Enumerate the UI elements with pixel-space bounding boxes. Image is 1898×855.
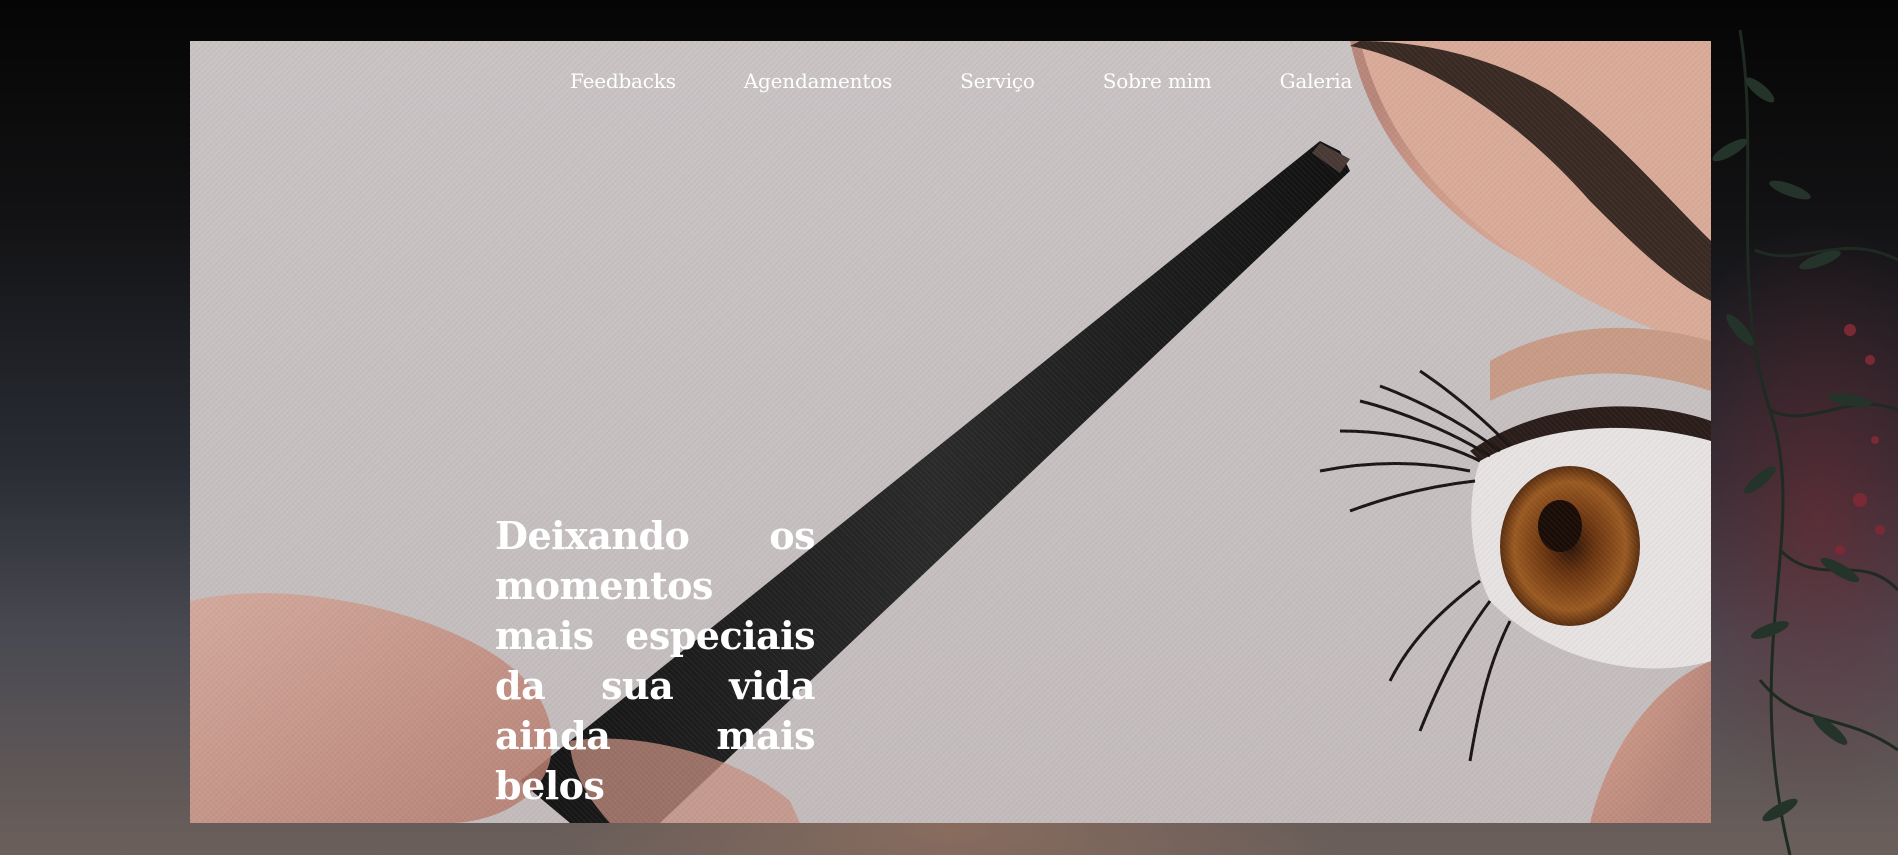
hero-headline: Deixando os momentos mais especiais da s…	[495, 513, 816, 808]
main-navigation: Feedbacks Agendamentos Serviço Sobre mim…	[570, 65, 1352, 97]
nav-link-sobre-mim[interactable]: Sobre mim	[1103, 65, 1212, 97]
nav-link-servico[interactable]: Serviço	[960, 65, 1035, 97]
nav-link-galeria[interactable]: Galeria	[1280, 65, 1353, 97]
nav-link-feedbacks[interactable]: Feedbacks	[570, 65, 676, 97]
decorative-branches-image	[1712, 30, 1898, 855]
nav-link-agendamentos[interactable]: Agendamentos	[744, 65, 893, 97]
hero-texture-overlay	[190, 41, 1711, 823]
hero-section: Feedbacks Agendamentos Serviço Sobre mim…	[190, 41, 1711, 823]
